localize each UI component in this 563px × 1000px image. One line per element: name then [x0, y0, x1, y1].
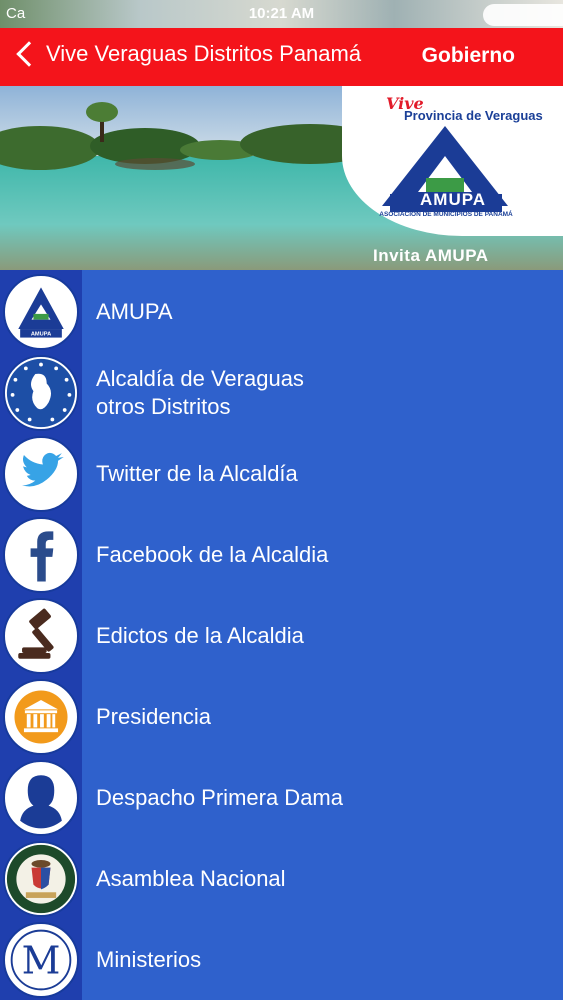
menu-item-label: Alcaldía de Veraguas otros Distritos [96, 366, 304, 419]
menu-item-alcaldia-veraguas[interactable]: Alcaldía de Veraguas otros Distritos [0, 351, 563, 432]
menu-item-label: Edictos de la Alcaldia [96, 623, 304, 648]
menu-item-label: Asamblea Nacional [96, 866, 286, 891]
menu-item-edictos[interactable]: Edictos de la Alcaldia [0, 594, 563, 675]
nav-title-gobierno: Gobierno [421, 44, 515, 67]
status-bar: Ca 10:21 AM [0, 0, 563, 28]
navigation-bar: Vive Veraguas Distritos Panamá Gobierno [0, 28, 563, 86]
menu-item-ministerios[interactable]: M Ministerios [0, 918, 563, 999]
veraguas-map-icon [3, 355, 79, 431]
letter-m-icon: M [3, 922, 79, 998]
status-time: 10:21 AM [248, 5, 315, 22]
menu-item-primera-dama[interactable]: Despacho Primera Dama [0, 756, 563, 837]
status-pill [483, 4, 563, 26]
menu-item-asamblea[interactable]: Asamblea Nacional [0, 837, 563, 918]
svg-text:AMUPA: AMUPA [31, 332, 51, 338]
svg-text:M: M [22, 938, 61, 982]
back-button-label: Vive Veraguas Distritos Panamá [46, 41, 362, 66]
woman-silhouette-icon [3, 760, 79, 836]
menu-item-presidencia[interactable]: Presidencia [0, 675, 563, 756]
gavel-icon [3, 598, 79, 674]
menu-item-label: Despacho Primera Dama [96, 785, 343, 810]
government-building-icon [3, 679, 79, 755]
menu-item-label: AMUPA [96, 299, 173, 324]
menu-item-label: Twitter de la Alcaldía [96, 461, 298, 486]
twitter-bird-icon [3, 436, 79, 512]
menu-item-amupa[interactable]: AMUPA AMUPA [0, 270, 563, 351]
facebook-icon [3, 517, 79, 593]
national-assembly-seal-icon [3, 841, 79, 917]
amupa-logo-subtitle: ASOCIACIÓN DE MUNICIPIOS DE PANAMÁ [379, 211, 513, 218]
amupa-logo-text: AMUPA [420, 190, 487, 209]
menu-item-twitter[interactable]: Twitter de la Alcaldía [0, 432, 563, 513]
menu-item-facebook[interactable]: Facebook de la Alcaldia [0, 513, 563, 594]
amupa-logo-icon: AMUPA [3, 274, 79, 350]
menu-list: AMUPA AMUPA Alcaldía de Veraguas otros D… [0, 270, 563, 1000]
menu-item-label: Ministerios [96, 947, 202, 972]
menu-item-label: Presidencia [96, 704, 211, 729]
back-button[interactable]: Vive Veraguas Distritos Panamá [14, 41, 361, 67]
chevron-left-icon [16, 41, 42, 67]
provincia-label: Provincia de Veraguas [404, 108, 543, 123]
menu-item-label: Facebook de la Alcaldia [96, 542, 329, 567]
invite-label: Invita AMUPA [373, 246, 489, 265]
header-banner: Vive Provincia de Veraguas AMUPA ASOCIAC… [0, 86, 563, 270]
